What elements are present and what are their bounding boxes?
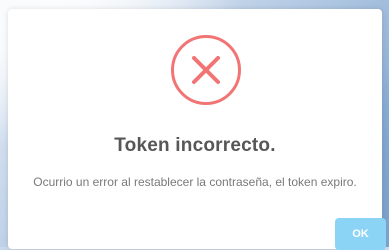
alert-dialog: Token incorrecto. Ocurrio un error al re…: [8, 9, 386, 250]
ok-button[interactable]: OK: [335, 218, 386, 250]
dialog-title: Token incorrecto.: [114, 135, 276, 156]
error-x-icon: [171, 35, 241, 105]
dialog-message: Ocurrio un error al restablecer la contr…: [33, 175, 357, 189]
